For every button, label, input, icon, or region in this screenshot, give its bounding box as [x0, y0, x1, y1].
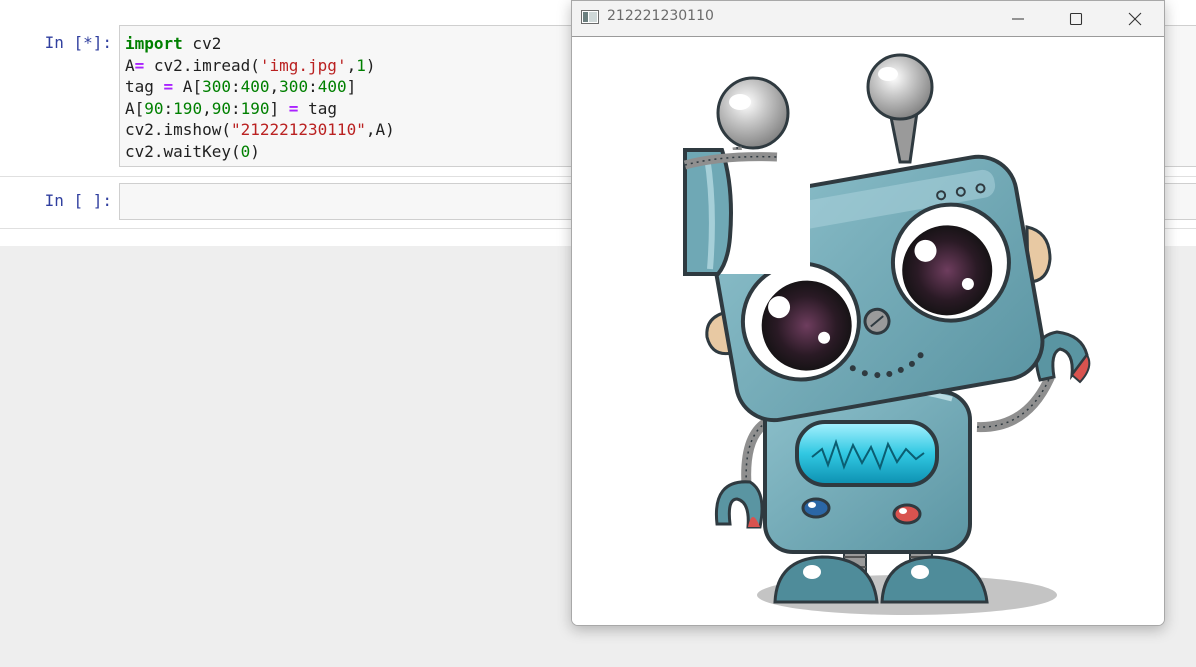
image-canvas	[572, 37, 1164, 625]
minimize-button[interactable]	[989, 1, 1047, 36]
code-token: cv2.imread(	[144, 55, 260, 75]
robot-illustration	[683, 53, 1091, 615]
close-icon	[1128, 12, 1142, 25]
code-token: :	[308, 77, 318, 96]
code-token: )	[365, 55, 376, 75]
code-token: ,	[346, 55, 357, 75]
code-token: 1	[356, 55, 366, 75]
code-token: ]	[269, 98, 289, 118]
code-token: :	[230, 77, 241, 96]
code-token: =	[134, 55, 145, 75]
code-token: "212221230110"	[230, 120, 366, 139]
code-token: 400	[317, 77, 347, 96]
code-line: cv2.waitKey(0)	[125, 141, 395, 163]
window-title: 212221230110	[607, 8, 714, 24]
code-token: 400	[240, 77, 270, 96]
code-token: tag	[298, 98, 337, 118]
minimize-icon	[1012, 18, 1024, 19]
maximize-icon	[1069, 12, 1083, 25]
maximize-button[interactable]	[1047, 1, 1105, 36]
code-token: cv2.imshow(	[125, 120, 231, 139]
code-editor[interactable]: import cv2 A= cv2.imread('img.jpg',1) tag …	[125, 33, 395, 162]
code-token: 300	[202, 77, 231, 96]
code-token: ,A)	[365, 120, 395, 139]
code-token: 300	[279, 77, 309, 96]
code-token: =	[288, 98, 299, 118]
code-token: tag	[125, 77, 164, 96]
window-titlebar[interactable]: 212221230110	[572, 1, 1164, 37]
code-token: A[	[173, 77, 203, 96]
code-token: 90	[144, 98, 164, 118]
code-token: ,	[269, 77, 280, 96]
code-line: A= cv2.imread('img.jpg',1)	[125, 55, 395, 77]
code-token: A[	[125, 98, 145, 118]
opencv-window-icon	[581, 10, 599, 24]
code-token: ]	[346, 77, 357, 96]
code-token: cv2	[182, 34, 222, 53]
code-token: import	[125, 34, 183, 53]
code-token: 0	[240, 141, 251, 161]
code-line: tag = A[300:400,300:400]	[125, 76, 395, 98]
code-token: :	[230, 98, 241, 118]
code-token: )	[250, 141, 260, 161]
cell-prompt-empty: In [ ]:	[44, 191, 112, 210]
code-token: ,	[202, 98, 212, 118]
pasted-image-patch	[683, 148, 810, 276]
code-line: import cv2	[125, 33, 395, 55]
code-line: cv2.imshow("212221230110",A)	[125, 119, 395, 141]
code-token: :	[163, 98, 174, 118]
code-token: 90	[211, 98, 231, 118]
code-line: A[90:190,90:190] = tag	[125, 98, 395, 120]
opencv-image-window[interactable]: 212221230110	[571, 0, 1165, 626]
code-token: 190	[173, 98, 203, 118]
code-token: =	[163, 77, 174, 96]
code-token: 190	[240, 98, 270, 118]
code-token: A	[125, 55, 135, 75]
cell-prompt: In [*]:	[44, 33, 112, 52]
code-token: 'img.jpg'	[259, 55, 347, 75]
close-button[interactable]	[1106, 1, 1164, 36]
code-token: cv2.waitKey(	[125, 141, 241, 161]
